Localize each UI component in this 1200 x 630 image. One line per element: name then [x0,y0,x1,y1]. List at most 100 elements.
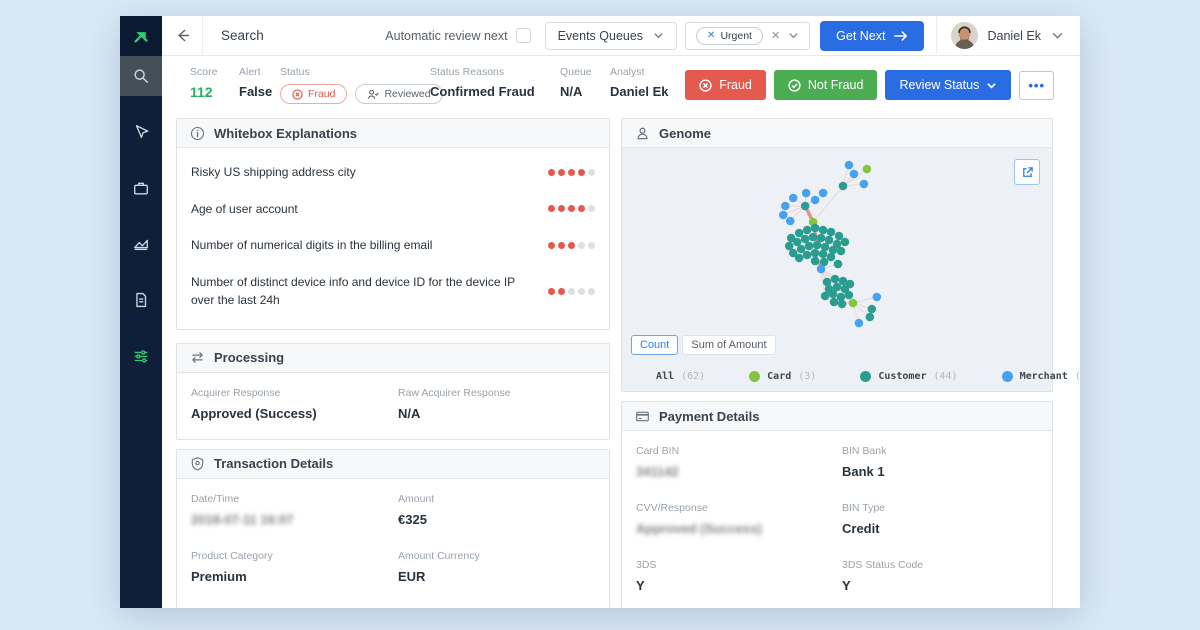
cursor-icon [132,123,150,141]
status-reasons-field: Status Reasons Confirmed Fraud [430,66,535,99]
queues-dropdown[interactable]: Events Queues [545,22,677,50]
analyst-field: Analyst Daniel Ek [610,66,669,99]
queue-filter-select[interactable]: ✕ Urgent ✕ [685,22,810,50]
legend-dot [1002,371,1013,382]
field: Amount €325 [398,485,595,527]
field: Product Category Premium [191,542,388,584]
chevron-down-icon[interactable] [788,30,799,41]
field: Raw Acquirer Response N/A [398,379,595,421]
legend-item-merchant[interactable]: Merchant (15) [1002,371,1080,382]
legend-item-all[interactable]: All (62) [656,371,705,382]
sidebar-item-search[interactable] [120,56,162,96]
queue-value: N/A [560,84,592,99]
sidebar [120,16,162,608]
sidebar-item-cases[interactable] [120,168,162,208]
panel-title: Whitebox Explanations [214,126,357,141]
info-icon [190,126,205,141]
app-logo[interactable] [120,16,162,56]
rating-dots [548,205,595,212]
alert-value: False [239,84,272,99]
analyst-value: Daniel Ek [610,84,669,99]
review-status-button[interactable]: Review Status [885,70,1011,100]
field: BIN Bank Bank 1 [842,437,1038,479]
genome-graph-area: Count Sum of Amount All (62) Card (3) [622,148,1052,391]
case-summary-bar: Score 112 Alert False Status Fraud [162,57,1080,117]
count-toggle[interactable]: Count [631,335,678,355]
rating-dots [548,169,595,176]
score-value: 112 [190,84,217,100]
status-field: Status Fraud Reviewed [280,66,443,104]
panel-title: Processing [214,350,284,365]
genome-legend: All (62) Card (3) Customer (44) [622,371,1052,382]
legend-item-card[interactable]: Card (3) [749,371,816,382]
shield-icon [190,456,205,471]
transfer-arrows-icon [190,350,205,365]
search-tab-label[interactable]: Search [202,16,282,56]
field: BIN Type Credit [842,494,1038,536]
panel-title: Genome [659,126,711,141]
avatar [951,22,978,49]
sum-of-amount-toggle[interactable]: Sum of Amount [682,335,775,355]
credit-card-icon [635,409,650,424]
rating-dots [548,288,595,295]
mark-not-fraud-button[interactable]: Not Fraud [774,70,878,100]
processing-panel: Processing Acquirer Response Approved (S… [176,343,610,440]
chart-icon [132,235,150,253]
field: Amount Currency EUR [398,542,595,584]
left-column: Whitebox Explanations Risky US shipping … [176,118,610,608]
field: PSP 5703221896 [398,599,595,608]
panel-title: Payment Details [659,409,759,424]
whitebox-item: Number of distinct device info and devic… [191,264,595,319]
legend-item-customer[interactable]: Customer (44) [860,371,957,382]
chip-label: Urgent [720,30,752,42]
score-field: Score 112 [190,66,217,100]
urgent-filter-chip[interactable]: ✕ Urgent [696,27,763,45]
logo-arrow-icon [132,27,150,45]
field: 3DS Status Code Y [842,551,1038,593]
app-window: Search Automatic review next Events Queu… [120,16,1080,608]
whitebox-item: Number of numerical digits in the billin… [191,227,595,264]
sidebar-item-reports[interactable] [120,280,162,320]
user-name: Daniel Ek [988,29,1042,43]
status-reasons-value: Confirmed Fraud [430,84,535,99]
get-next-button[interactable]: Get Next [820,21,923,51]
x-circle-icon [292,89,303,100]
check-circle-icon [788,79,801,92]
field: 3DS Y [636,551,832,593]
field: Transaction ID 33269303 [191,599,388,608]
sidebar-item-review[interactable] [120,112,162,152]
mark-fraud-button[interactable]: Fraud [685,70,766,100]
right-column: Genome Count Sum of Amount [621,118,1053,608]
field: Card BIN 341142 [636,437,832,479]
queues-dropdown-value: Events Queues [558,29,643,43]
whitebox-panel: Whitebox Explanations Risky US shipping … [176,118,610,330]
person-icon [635,126,650,141]
clear-filter-icon[interactable]: ✕ [771,29,780,42]
rating-dots [548,242,595,249]
sidebar-item-analytics[interactable] [120,224,162,264]
x-circle-icon [699,79,712,92]
whitebox-item: Risky US shipping address city [191,154,595,191]
chevron-down-icon [653,30,664,41]
person-check-icon [367,89,379,100]
more-actions-button[interactable]: ••• [1019,71,1054,100]
genome-metric-toggle: Count Sum of Amount [631,335,776,355]
external-link-icon [1021,166,1034,179]
sidebar-item-settings[interactable] [120,336,162,376]
panel-title: Transaction Details [214,456,333,471]
chip-remove-icon[interactable]: ✕ [707,30,715,41]
get-next-label: Get Next [836,29,885,43]
document-icon [132,291,150,309]
page: Search Automatic review next Events Queu… [0,0,1200,630]
sliders-icon [132,347,150,365]
chevron-down-icon [986,80,997,91]
payment-details-panel: Payment Details Card BIN 341142 BIN Bank… [621,401,1053,608]
user-menu[interactable]: Daniel Ek [936,16,1081,56]
auto-review-checkbox[interactable] [516,28,531,43]
queue-field: Queue N/A [560,66,592,99]
topbar: Search Automatic review next Events Queu… [162,16,1080,56]
field: Acquirer Response Approved (Success) [191,379,388,421]
fraud-status-badge: Fraud [280,84,347,104]
back-button[interactable] [162,16,202,56]
expand-genome-button[interactable] [1014,159,1040,185]
